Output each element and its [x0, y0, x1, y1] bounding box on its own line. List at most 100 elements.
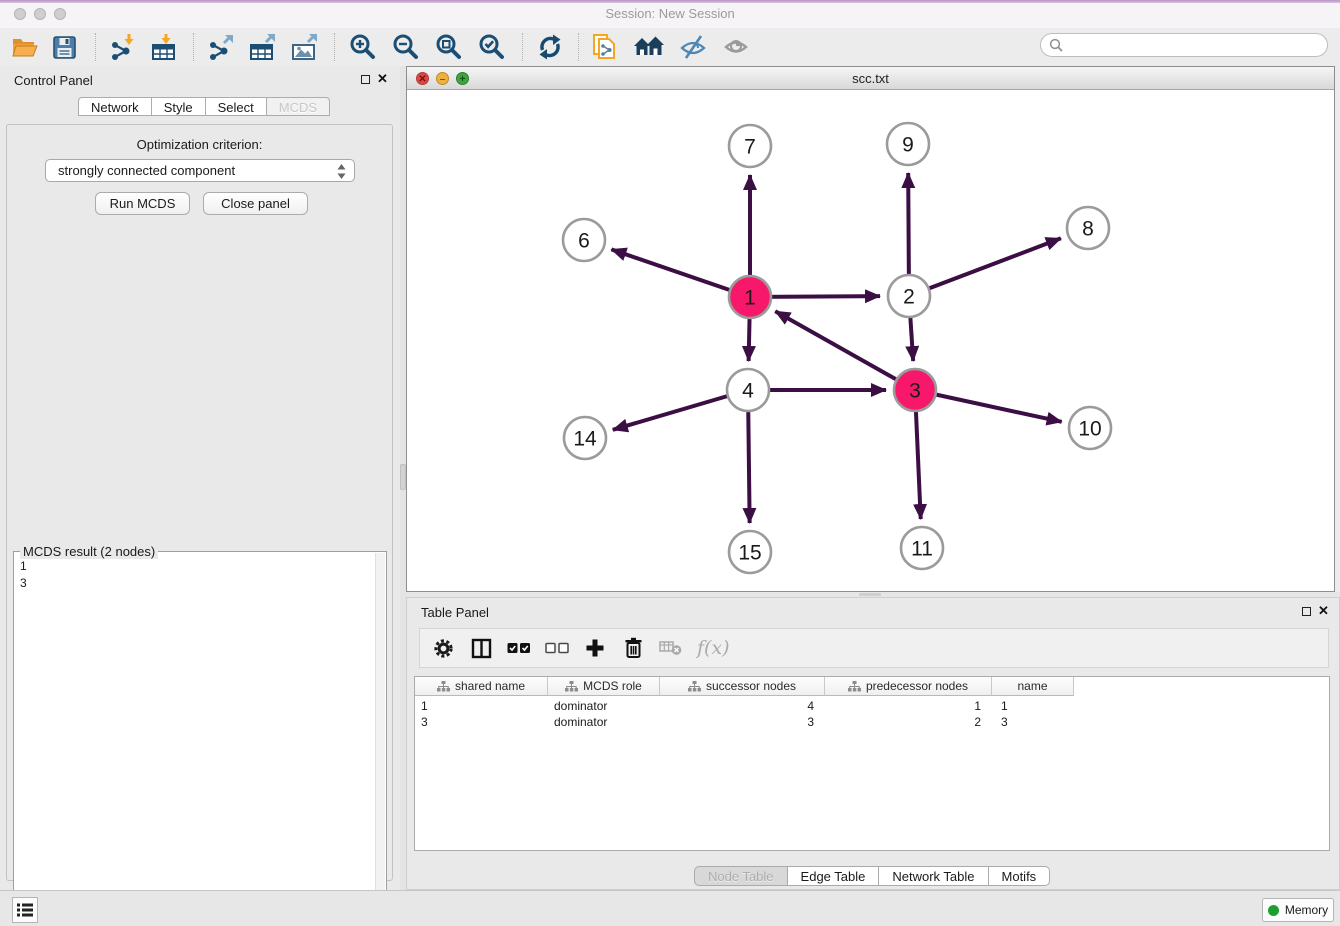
mcds-result-box[interactable]: MCDS result (2 nodes) 13 [13, 551, 387, 926]
zoom-fit-icon[interactable] [431, 30, 465, 64]
node-label-11: 11 [911, 538, 933, 561]
search-field[interactable] [1040, 33, 1328, 57]
add-column-icon[interactable] [580, 634, 610, 662]
deselect-checkboxes-icon[interactable] [542, 634, 572, 662]
search-icon [1049, 38, 1063, 52]
optimization-criterion-label: Optimization criterion: [7, 137, 392, 152]
network-file-title: scc.txt [407, 71, 1334, 86]
clone-network-icon[interactable] [588, 30, 622, 64]
cell-predecessor-nodes[interactable]: 2 [825, 714, 992, 730]
delete-column-icon[interactable] [618, 634, 648, 662]
delete-table-icon[interactable] [656, 634, 686, 662]
column-type-icon [565, 681, 578, 692]
title-bar: Session: New Session [0, 0, 1340, 29]
export-table-icon[interactable] [245, 30, 279, 64]
tab-motifs[interactable]: Motifs [989, 866, 1051, 886]
import-table-icon[interactable] [147, 30, 181, 64]
save-session-icon[interactable] [47, 30, 81, 64]
cell-shared-name[interactable]: 1 [415, 698, 548, 714]
edge-3-10[interactable] [915, 390, 1062, 422]
zoom-in-icon[interactable] [345, 30, 379, 64]
function-builder-icon[interactable]: f(x) [694, 634, 736, 662]
toolbar-separator [334, 33, 335, 61]
tab-edge-table[interactable]: Edge Table [788, 866, 880, 886]
float-table-panel-icon[interactable] [1302, 607, 1311, 616]
column-header-shared-name[interactable]: shared name [415, 677, 548, 696]
edge-3-1[interactable] [775, 311, 915, 390]
node-label-6: 6 [578, 230, 590, 253]
refresh-icon[interactable] [533, 30, 567, 64]
tab-node-table[interactable]: Node Table [694, 866, 788, 886]
network-canvas[interactable]: 7968124314101511 [407, 90, 1334, 591]
node-label-4: 4 [742, 380, 754, 403]
table-header-row: shared name MCDS role successor nodes pr… [415, 677, 1074, 696]
close-table-panel-icon[interactable]: ✕ [1318, 603, 1329, 619]
first-neighbors-icon[interactable] [632, 30, 666, 64]
cell-name[interactable]: 1 [992, 698, 1074, 714]
tab-select[interactable]: Select [206, 97, 267, 116]
dropdown-value: strongly connected component [58, 163, 235, 178]
dropdown-stepper-icon [337, 164, 346, 182]
tab-network-table[interactable]: Network Table [879, 866, 988, 886]
column-header-name[interactable]: name [992, 677, 1074, 696]
float-panel-icon[interactable] [361, 75, 370, 84]
column-header-successor-nodes[interactable]: successor nodes [660, 677, 825, 696]
search-input[interactable] [1068, 37, 1327, 53]
node-label-9: 9 [902, 134, 914, 157]
status-bar: Memory [0, 890, 1340, 926]
cell-mcds-role[interactable]: dominator [548, 714, 660, 730]
cell-mcds-role[interactable]: dominator [548, 698, 660, 714]
mcds-result-title: MCDS result (2 nodes) [20, 544, 158, 559]
column-type-icon [688, 681, 701, 692]
open-file-icon[interactable] [7, 30, 41, 64]
table-panel: Table Panel ✕ [406, 597, 1340, 890]
splitter-handle[interactable] [859, 593, 881, 596]
settings-gear-icon[interactable] [428, 634, 458, 662]
zoom-out-icon[interactable] [388, 30, 422, 64]
table-panel-title: Table Panel [421, 605, 489, 620]
node-label-3: 3 [909, 380, 921, 403]
network-graph[interactable]: 7968124314101511 [407, 90, 1334, 591]
cell-shared-name[interactable]: 3 [415, 714, 548, 730]
split-columns-icon[interactable] [466, 634, 496, 662]
table-row[interactable]: 1 dominator 4 1 1 [415, 698, 1074, 714]
zoom-selected-icon[interactable] [474, 30, 508, 64]
memory-label: Memory [1285, 903, 1328, 917]
network-view-window: ✕ – + scc.txt 7968124314101511 [406, 66, 1335, 592]
memory-button[interactable]: Memory [1262, 898, 1334, 922]
session-title: Session: New Session [0, 6, 1340, 21]
cell-successor-nodes[interactable]: 4 [660, 698, 825, 714]
cell-predecessor-nodes[interactable]: 1 [825, 698, 992, 714]
hide-selected-icon[interactable] [676, 30, 710, 64]
show-all-icon[interactable] [719, 30, 753, 64]
export-image-icon[interactable] [287, 30, 321, 64]
network-window-titlebar[interactable]: ✕ – + scc.txt [407, 67, 1334, 90]
table-row[interactable]: 3 dominator 3 2 3 [415, 714, 1074, 730]
tab-network[interactable]: Network [78, 97, 152, 116]
cell-name[interactable]: 3 [992, 714, 1074, 730]
toolbar-separator [95, 33, 96, 61]
table-tabs: Node Table Edge Table Network Table Moti… [694, 866, 1050, 886]
mcds-result-lines: 13 [20, 558, 27, 592]
export-network-icon[interactable] [203, 30, 237, 64]
select-all-checkboxes-icon[interactable] [504, 634, 534, 662]
control-panel-title: Control Panel [14, 73, 93, 88]
column-header-mcds-role[interactable]: MCDS role [548, 677, 660, 696]
toolbar-separator [522, 33, 523, 61]
optimization-criterion-dropdown[interactable]: strongly connected component [45, 159, 355, 182]
import-network-icon[interactable] [105, 30, 139, 64]
close-panel-button[interactable]: Close panel [203, 192, 308, 215]
close-panel-icon[interactable]: ✕ [377, 71, 388, 87]
cell-successor-nodes[interactable]: 3 [660, 714, 825, 730]
node-label-2: 2 [903, 286, 915, 309]
edge-2-8[interactable] [909, 238, 1061, 296]
tab-style[interactable]: Style [152, 97, 206, 116]
task-history-button[interactable] [12, 897, 38, 923]
node-label-15: 15 [738, 542, 761, 565]
run-mcds-button[interactable]: Run MCDS [95, 192, 190, 215]
tab-mcds[interactable]: MCDS [267, 97, 330, 116]
node-label-14: 14 [573, 428, 597, 451]
column-type-icon [848, 681, 861, 692]
column-header-predecessor-nodes[interactable]: predecessor nodes [825, 677, 992, 696]
result-scrollbar[interactable] [375, 553, 385, 926]
